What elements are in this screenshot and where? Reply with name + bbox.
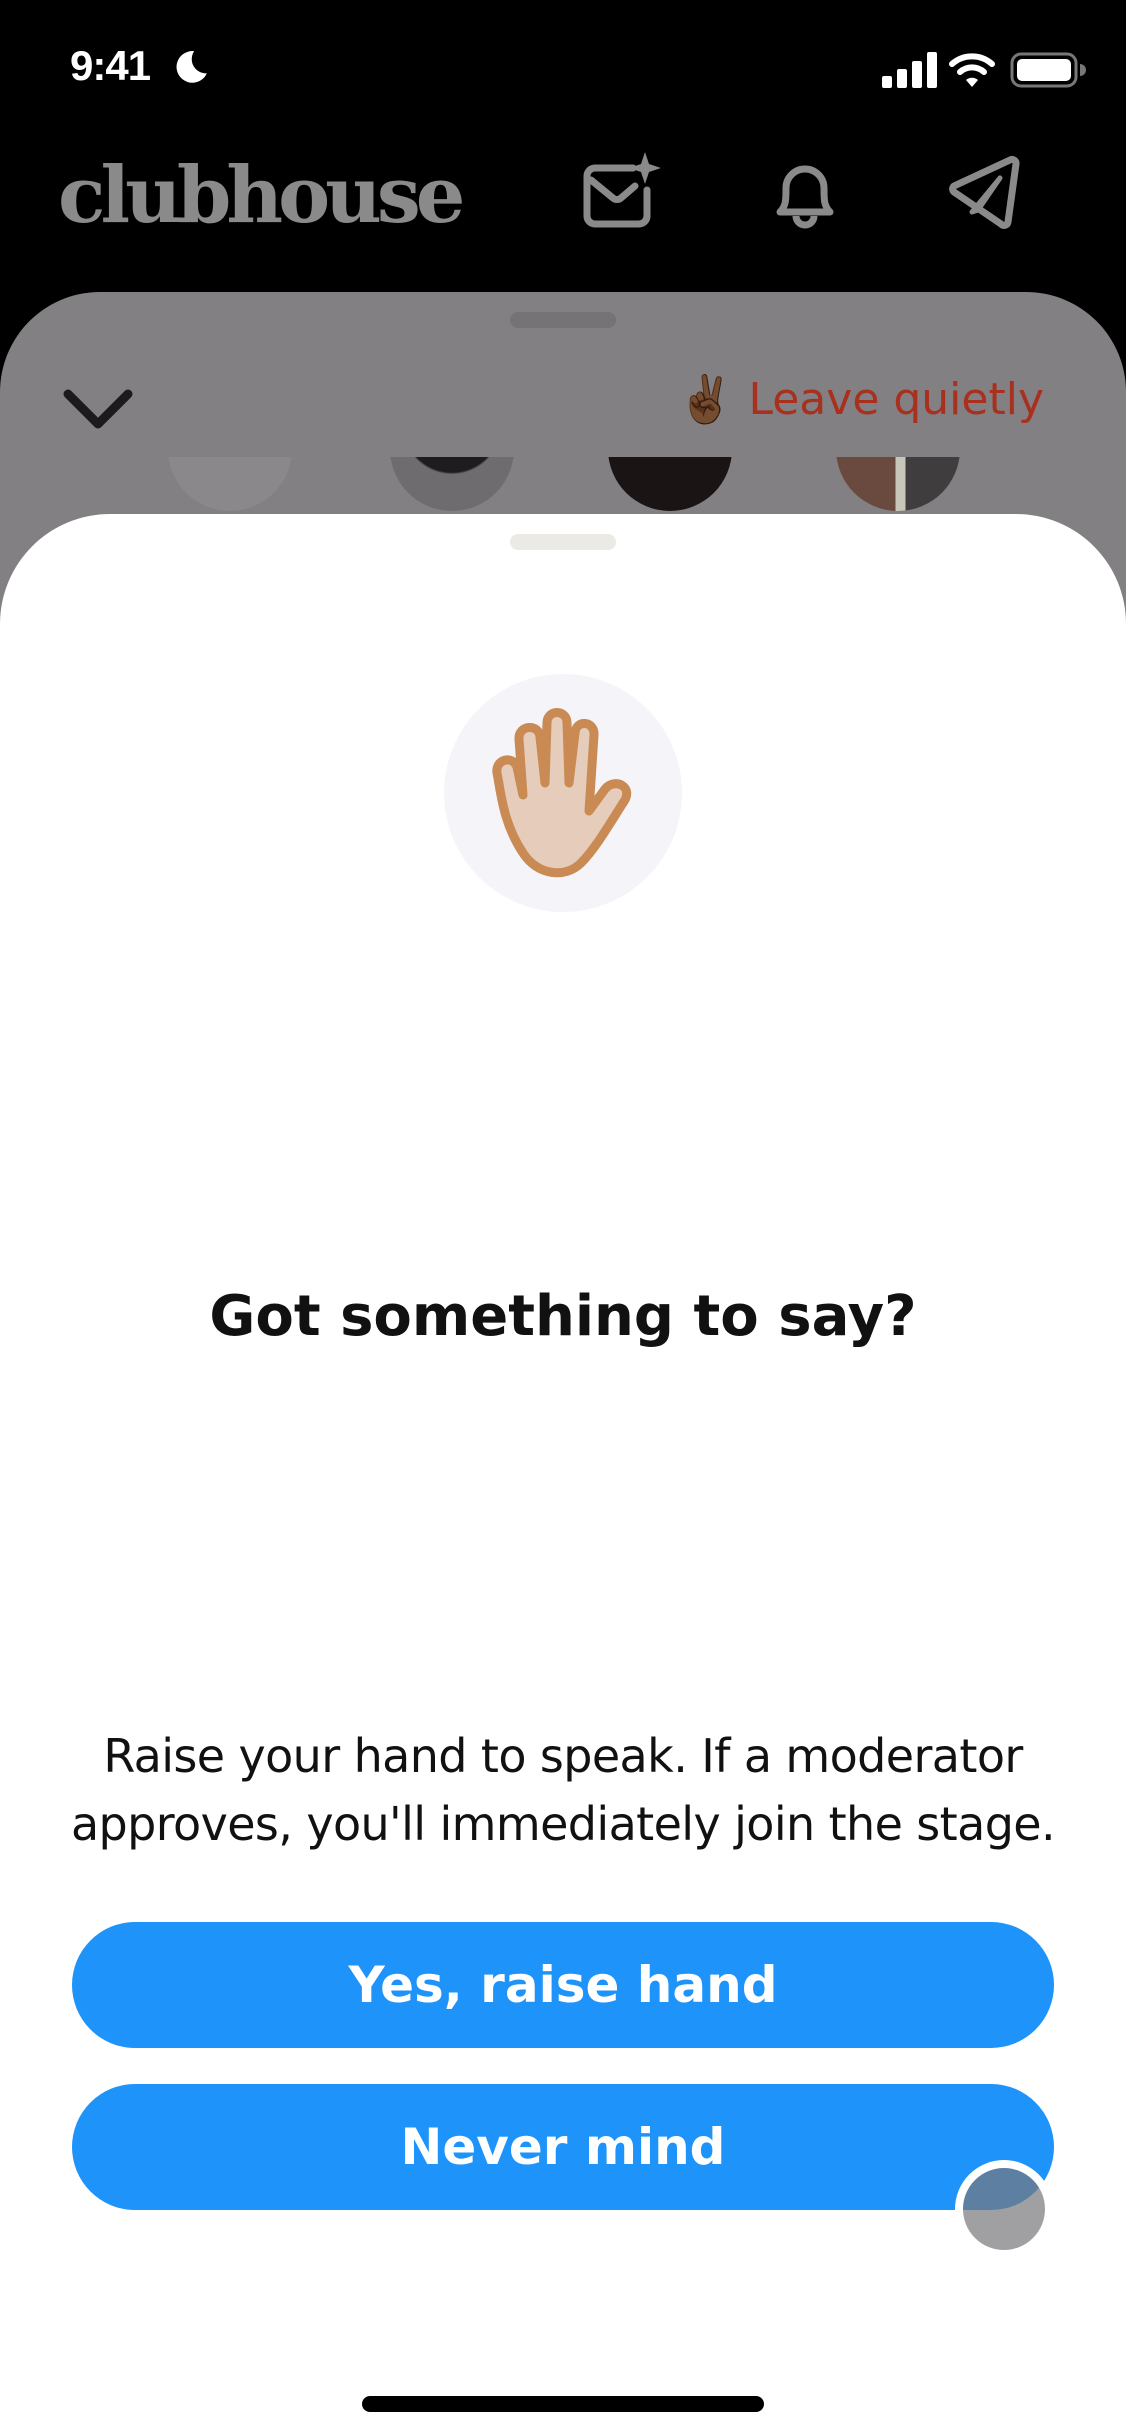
speaker-avatars [0, 457, 1126, 517]
wifi-icon [949, 53, 995, 87]
sheet-title: Got something to say? [209, 1284, 917, 1349]
sheet-grabber[interactable] [510, 534, 616, 550]
send-icon[interactable] [940, 150, 1030, 240]
avatar[interactable] [608, 457, 732, 511]
leave-quietly-button[interactable]: ✌🏾 Leave quietly [677, 372, 1044, 427]
avatar[interactable] [390, 457, 514, 511]
battery-icon [1010, 52, 1086, 88]
status-time: 9:41 [70, 42, 151, 89]
raise-hand-button[interactable]: Yes, raise hand [72, 1922, 1054, 2048]
raise-hand-sheet: Got something to say? Raise your hand to… [0, 514, 1126, 2436]
app-header: clubhouse [0, 140, 1126, 290]
moon-icon [176, 51, 207, 83]
touch-indicator [955, 2160, 1053, 2258]
inbox-sparkle-icon[interactable] [575, 150, 665, 240]
cellular-signal-icon [882, 52, 937, 88]
avatar[interactable] [168, 457, 292, 511]
never-mind-button[interactable]: Never mind [72, 2084, 1054, 2210]
peace-hand-icon: ✌🏾 [677, 372, 735, 426]
hand-icon-container [444, 674, 682, 912]
avatar[interactable] [836, 457, 960, 511]
raised-hand-icon [492, 708, 632, 878]
sheet-description: Raise your hand to speak. If a moderator… [70, 1729, 1056, 1851]
status-bar: 9:41 [0, 0, 1126, 140]
clubhouse-logo: clubhouse [58, 150, 465, 241]
home-indicator[interactable] [362, 2396, 764, 2412]
bell-icon[interactable] [760, 150, 850, 240]
chevron-down-icon[interactable] [60, 382, 136, 442]
room-sheet-grabber[interactable] [510, 312, 616, 328]
leave-quietly-label: Leave quietly [748, 374, 1045, 425]
